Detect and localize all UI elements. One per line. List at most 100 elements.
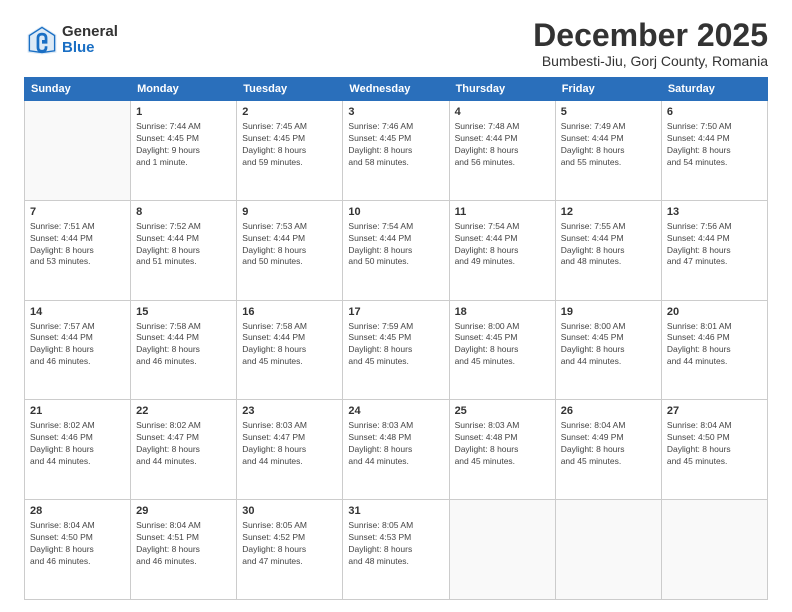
table-row: 12Sunrise: 7:55 AMSunset: 4:44 PMDayligh… — [555, 200, 661, 300]
table-row — [555, 500, 661, 600]
day-info: Sunrise: 8:04 AMSunset: 4:50 PMDaylight:… — [30, 520, 125, 568]
day-info: Sunrise: 7:54 AMSunset: 4:44 PMDaylight:… — [455, 221, 550, 269]
day-info: Sunrise: 7:50 AMSunset: 4:44 PMDaylight:… — [667, 121, 762, 169]
day-info: Sunrise: 7:56 AMSunset: 4:44 PMDaylight:… — [667, 221, 762, 269]
day-number: 25 — [455, 404, 550, 419]
table-row: 26Sunrise: 8:04 AMSunset: 4:49 PMDayligh… — [555, 400, 661, 500]
day-number: 20 — [667, 305, 762, 320]
table-row: 4Sunrise: 7:48 AMSunset: 4:44 PMDaylight… — [449, 101, 555, 201]
calendar-week-2: 7Sunrise: 7:51 AMSunset: 4:44 PMDaylight… — [25, 200, 768, 300]
day-number: 29 — [136, 504, 231, 519]
day-number: 7 — [30, 205, 125, 220]
day-number: 26 — [561, 404, 656, 419]
table-row — [25, 101, 131, 201]
table-row: 24Sunrise: 8:03 AMSunset: 4:48 PMDayligh… — [343, 400, 449, 500]
table-row: 13Sunrise: 7:56 AMSunset: 4:44 PMDayligh… — [661, 200, 767, 300]
table-row: 28Sunrise: 8:04 AMSunset: 4:50 PMDayligh… — [25, 500, 131, 600]
day-info: Sunrise: 8:00 AMSunset: 4:45 PMDaylight:… — [455, 321, 550, 369]
table-row: 22Sunrise: 8:02 AMSunset: 4:47 PMDayligh… — [131, 400, 237, 500]
header-friday: Friday — [555, 78, 661, 101]
day-info: Sunrise: 7:54 AMSunset: 4:44 PMDaylight:… — [348, 221, 443, 269]
day-info: Sunrise: 8:03 AMSunset: 4:47 PMDaylight:… — [242, 420, 337, 468]
day-info: Sunrise: 7:58 AMSunset: 4:44 PMDaylight:… — [242, 321, 337, 369]
logo-general-text: General — [62, 24, 118, 41]
header-tuesday: Tuesday — [237, 78, 343, 101]
day-info: Sunrise: 7:55 AMSunset: 4:44 PMDaylight:… — [561, 221, 656, 269]
day-number: 1 — [136, 105, 231, 120]
day-info: Sunrise: 8:04 AMSunset: 4:51 PMDaylight:… — [136, 520, 231, 568]
table-row: 17Sunrise: 7:59 AMSunset: 4:45 PMDayligh… — [343, 300, 449, 400]
day-number: 8 — [136, 205, 231, 220]
table-row: 31Sunrise: 8:05 AMSunset: 4:53 PMDayligh… — [343, 500, 449, 600]
day-number: 23 — [242, 404, 337, 419]
calendar: Sunday Monday Tuesday Wednesday Thursday… — [24, 77, 768, 600]
table-row: 27Sunrise: 8:04 AMSunset: 4:50 PMDayligh… — [661, 400, 767, 500]
day-number: 16 — [242, 305, 337, 320]
table-row: 7Sunrise: 7:51 AMSunset: 4:44 PMDaylight… — [25, 200, 131, 300]
day-number: 19 — [561, 305, 656, 320]
table-row: 23Sunrise: 8:03 AMSunset: 4:47 PMDayligh… — [237, 400, 343, 500]
table-row: 15Sunrise: 7:58 AMSunset: 4:44 PMDayligh… — [131, 300, 237, 400]
day-info: Sunrise: 7:57 AMSunset: 4:44 PMDaylight:… — [30, 321, 125, 369]
day-info: Sunrise: 8:05 AMSunset: 4:53 PMDaylight:… — [348, 520, 443, 568]
day-info: Sunrise: 8:04 AMSunset: 4:49 PMDaylight:… — [561, 420, 656, 468]
day-info: Sunrise: 8:05 AMSunset: 4:52 PMDaylight:… — [242, 520, 337, 568]
table-row: 3Sunrise: 7:46 AMSunset: 4:45 PMDaylight… — [343, 101, 449, 201]
day-number: 14 — [30, 305, 125, 320]
day-number: 24 — [348, 404, 443, 419]
day-number: 21 — [30, 404, 125, 419]
day-info: Sunrise: 8:02 AMSunset: 4:47 PMDaylight:… — [136, 420, 231, 468]
day-info: Sunrise: 8:04 AMSunset: 4:50 PMDaylight:… — [667, 420, 762, 468]
header-monday: Monday — [131, 78, 237, 101]
day-number: 6 — [667, 105, 762, 120]
table-row: 8Sunrise: 7:52 AMSunset: 4:44 PMDaylight… — [131, 200, 237, 300]
day-number: 17 — [348, 305, 443, 320]
header-wednesday: Wednesday — [343, 78, 449, 101]
day-info: Sunrise: 7:48 AMSunset: 4:44 PMDaylight:… — [455, 121, 550, 169]
day-number: 11 — [455, 205, 550, 220]
day-info: Sunrise: 7:46 AMSunset: 4:45 PMDaylight:… — [348, 121, 443, 169]
table-row: 2Sunrise: 7:45 AMSunset: 4:45 PMDaylight… — [237, 101, 343, 201]
table-row: 20Sunrise: 8:01 AMSunset: 4:46 PMDayligh… — [661, 300, 767, 400]
day-info: Sunrise: 7:51 AMSunset: 4:44 PMDaylight:… — [30, 221, 125, 269]
table-row: 30Sunrise: 8:05 AMSunset: 4:52 PMDayligh… — [237, 500, 343, 600]
day-number: 10 — [348, 205, 443, 220]
table-row: 25Sunrise: 8:03 AMSunset: 4:48 PMDayligh… — [449, 400, 555, 500]
day-number: 31 — [348, 504, 443, 519]
table-row — [661, 500, 767, 600]
logo-icon — [24, 22, 60, 58]
table-row — [449, 500, 555, 600]
day-info: Sunrise: 7:52 AMSunset: 4:44 PMDaylight:… — [136, 221, 231, 269]
day-number: 28 — [30, 504, 125, 519]
table-row: 11Sunrise: 7:54 AMSunset: 4:44 PMDayligh… — [449, 200, 555, 300]
day-number: 27 — [667, 404, 762, 419]
day-info: Sunrise: 7:44 AMSunset: 4:45 PMDaylight:… — [136, 121, 231, 169]
calendar-week-1: 1Sunrise: 7:44 AMSunset: 4:45 PMDaylight… — [25, 101, 768, 201]
calendar-week-4: 21Sunrise: 8:02 AMSunset: 4:46 PMDayligh… — [25, 400, 768, 500]
day-number: 3 — [348, 105, 443, 120]
table-row: 16Sunrise: 7:58 AMSunset: 4:44 PMDayligh… — [237, 300, 343, 400]
subtitle: Bumbesti-Jiu, Gorj County, Romania — [533, 53, 768, 69]
day-info: Sunrise: 8:03 AMSunset: 4:48 PMDaylight:… — [348, 420, 443, 468]
logo-text: General Blue — [62, 24, 118, 57]
table-row: 21Sunrise: 8:02 AMSunset: 4:46 PMDayligh… — [25, 400, 131, 500]
day-info: Sunrise: 7:49 AMSunset: 4:44 PMDaylight:… — [561, 121, 656, 169]
page: General Blue December 2025 Bumbesti-Jiu,… — [0, 0, 792, 612]
day-number: 4 — [455, 105, 550, 120]
calendar-header-row: Sunday Monday Tuesday Wednesday Thursday… — [25, 78, 768, 101]
header-sunday: Sunday — [25, 78, 131, 101]
day-number: 22 — [136, 404, 231, 419]
day-info: Sunrise: 8:02 AMSunset: 4:46 PMDaylight:… — [30, 420, 125, 468]
table-row: 5Sunrise: 7:49 AMSunset: 4:44 PMDaylight… — [555, 101, 661, 201]
table-row: 29Sunrise: 8:04 AMSunset: 4:51 PMDayligh… — [131, 500, 237, 600]
header: General Blue December 2025 Bumbesti-Jiu,… — [24, 18, 768, 69]
day-number: 2 — [242, 105, 337, 120]
logo-blue-text: Blue — [62, 40, 118, 57]
day-number: 12 — [561, 205, 656, 220]
header-saturday: Saturday — [661, 78, 767, 101]
calendar-week-3: 14Sunrise: 7:57 AMSunset: 4:44 PMDayligh… — [25, 300, 768, 400]
day-info: Sunrise: 8:00 AMSunset: 4:45 PMDaylight:… — [561, 321, 656, 369]
table-row: 1Sunrise: 7:44 AMSunset: 4:45 PMDaylight… — [131, 101, 237, 201]
header-thursday: Thursday — [449, 78, 555, 101]
table-row: 14Sunrise: 7:57 AMSunset: 4:44 PMDayligh… — [25, 300, 131, 400]
